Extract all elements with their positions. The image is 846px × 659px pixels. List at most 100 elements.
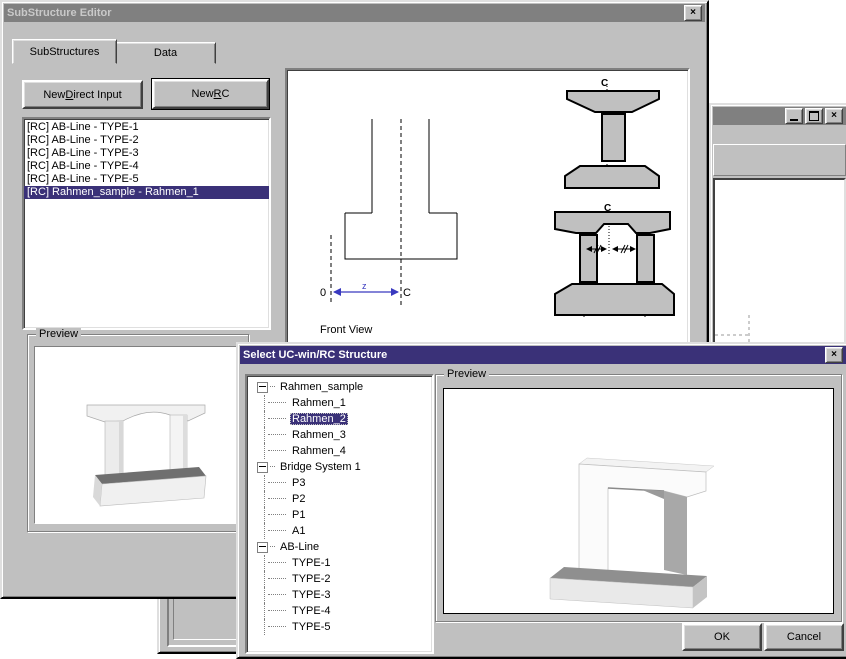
- tree-item-selected[interactable]: Rahmen_2: [247, 411, 432, 427]
- tree-item-label[interactable]: Rahmen_4: [290, 445, 348, 457]
- dialog-titlebar[interactable]: Select UC-win/RC Structure ×: [240, 346, 846, 364]
- tree-connector: [268, 530, 286, 532]
- cancel-button[interactable]: Cancel: [764, 623, 844, 651]
- tree-item-root[interactable]: AB-Line: [247, 539, 432, 555]
- ok-button[interactable]: OK: [682, 623, 762, 651]
- tree-item-label[interactable]: P2: [290, 493, 307, 505]
- minimize-icon: [790, 119, 798, 121]
- list-item[interactable]: [RC] AB-Line - TYPE-3: [24, 147, 269, 160]
- tree-item-label[interactable]: TYPE-4: [290, 605, 333, 617]
- list-item[interactable]: [RC] AB-Line - TYPE-5: [24, 173, 269, 186]
- list-item[interactable]: [RC] AB-Line - TYPE-1: [24, 121, 269, 134]
- cl-hammerhead-label: C: [601, 78, 608, 89]
- close-button[interactable]: ×: [684, 5, 702, 21]
- button-label-part: New: [43, 89, 65, 101]
- ok-button-label: OK: [714, 631, 730, 643]
- tree-connector: [264, 491, 266, 507]
- tree-connector: [268, 434, 286, 436]
- tree-item-label[interactable]: A1: [290, 525, 307, 537]
- tree-item-label[interactable]: Rahmen_2: [290, 413, 348, 425]
- tree-connector: [264, 395, 266, 411]
- tree-connector: [264, 587, 266, 603]
- preview-3d-structure: [35, 347, 237, 519]
- list-item-selected[interactable]: [RC] Rahmen_sample - Rahmen_1: [24, 186, 269, 199]
- tree-item-label[interactable]: TYPE-1: [290, 557, 333, 569]
- tree-connector: [268, 418, 286, 420]
- button-label-part: irect Input: [73, 89, 121, 101]
- tree-item-label[interactable]: TYPE-5: [290, 621, 333, 633]
- background-window-titlebar[interactable]: ×: [713, 107, 846, 125]
- front-view-drawing: 0 C z C C: [287, 70, 684, 370]
- tree-collapse-icon[interactable]: [257, 382, 268, 393]
- tree-item-label[interactable]: TYPE-3: [290, 589, 333, 601]
- preview-group: Preview: [27, 334, 249, 532]
- tree-connector: [268, 450, 286, 452]
- maximize-button[interactable]: [805, 108, 823, 124]
- tree-item-label[interactable]: P3: [290, 477, 307, 489]
- tab-label: SubStructures: [30, 46, 100, 58]
- tree-item-label[interactable]: Rahmen_1: [290, 397, 348, 409]
- tree-item-label[interactable]: TYPE-2: [290, 573, 333, 585]
- substructure-editor-titlebar[interactable]: SubStructure Editor ×: [4, 4, 705, 22]
- list-item[interactable]: [RC] AB-Line - TYPE-2: [24, 134, 269, 147]
- close-icon: ×: [831, 111, 837, 121]
- tab-substructures[interactable]: SubStructures: [12, 39, 117, 64]
- new-direct-input-button[interactable]: New Direct Input: [22, 80, 143, 109]
- preview-canvas: [34, 346, 242, 524]
- dialog-title: Select UC-win/RC Structure: [243, 349, 387, 361]
- tree-item[interactable]: TYPE-1: [247, 555, 432, 571]
- tree-item-root[interactable]: Bridge System 1: [247, 459, 432, 475]
- tree-item-label[interactable]: P1: [290, 509, 307, 521]
- tree-connector: [268, 626, 286, 628]
- close-icon: ×: [690, 8, 696, 18]
- close-button[interactable]: ×: [825, 347, 843, 363]
- tree-connector: [264, 475, 266, 491]
- tab-data[interactable]: Data: [115, 42, 216, 64]
- tree-item[interactable]: TYPE-5: [247, 619, 432, 635]
- substructure-listbox[interactable]: [RC] AB-Line - TYPE-1 [RC] AB-Line - TYP…: [22, 117, 271, 330]
- preview-group-label: Preview: [444, 368, 489, 380]
- tree-item-label[interactable]: Bridge System 1: [278, 461, 363, 473]
- tree-item[interactable]: TYPE-3: [247, 587, 432, 603]
- tree-item[interactable]: P1: [247, 507, 432, 523]
- dialog-preview-canvas: [443, 388, 834, 614]
- new-rc-button[interactable]: New RC: [152, 79, 269, 109]
- tree-collapse-icon[interactable]: [257, 542, 268, 553]
- tree-item[interactable]: A1: [247, 523, 432, 539]
- tree-connector: [268, 402, 286, 404]
- tree-item-root[interactable]: Rahmen_sample: [247, 379, 432, 395]
- dialog-preview-group: Preview: [435, 374, 842, 622]
- select-structure-dialog: Select UC-win/RC Structure × Rahmen_samp…: [236, 342, 846, 659]
- cancel-button-label: Cancel: [787, 631, 821, 643]
- tree-item[interactable]: P3: [247, 475, 432, 491]
- tree-item-label[interactable]: AB-Line: [278, 541, 321, 553]
- tree-item-label[interactable]: Rahmen_3: [290, 429, 348, 441]
- tree-item[interactable]: Rahmen_3: [247, 427, 432, 443]
- tree-connector: [268, 482, 286, 484]
- tree-item[interactable]: TYPE-2: [247, 571, 432, 587]
- tree-item[interactable]: TYPE-4: [247, 603, 432, 619]
- dialog-3d-structure: [444, 389, 831, 611]
- structure-treeview[interactable]: Rahmen_sample Rahmen_1 Rahmen_2 Rahmen_3…: [245, 374, 434, 654]
- tree-item[interactable]: P2: [247, 491, 432, 507]
- toolbar-panel: [713, 144, 846, 176]
- tree-item[interactable]: Rahmen_1: [247, 395, 432, 411]
- button-label-part: New: [192, 88, 214, 100]
- tree-connector: [268, 578, 286, 580]
- dimension-label: z: [362, 281, 367, 291]
- tree-connector: [268, 610, 286, 612]
- minimize-button[interactable]: [785, 108, 803, 124]
- tree-connector: [264, 555, 266, 571]
- tree-collapse-icon[interactable]: [257, 462, 268, 473]
- tree-connector: [268, 562, 286, 564]
- menu-strip: [713, 127, 846, 142]
- maximize-icon: [809, 111, 819, 121]
- tab-label: Data: [154, 47, 177, 59]
- tree-connector: [264, 443, 266, 459]
- list-item[interactable]: [RC] AB-Line - TYPE-4: [24, 160, 269, 173]
- close-icon: ×: [831, 350, 837, 360]
- tree-item-label[interactable]: Rahmen_sample: [278, 381, 365, 393]
- tree-connector: [268, 514, 286, 516]
- tree-item[interactable]: Rahmen_4: [247, 443, 432, 459]
- close-button[interactable]: ×: [825, 108, 843, 124]
